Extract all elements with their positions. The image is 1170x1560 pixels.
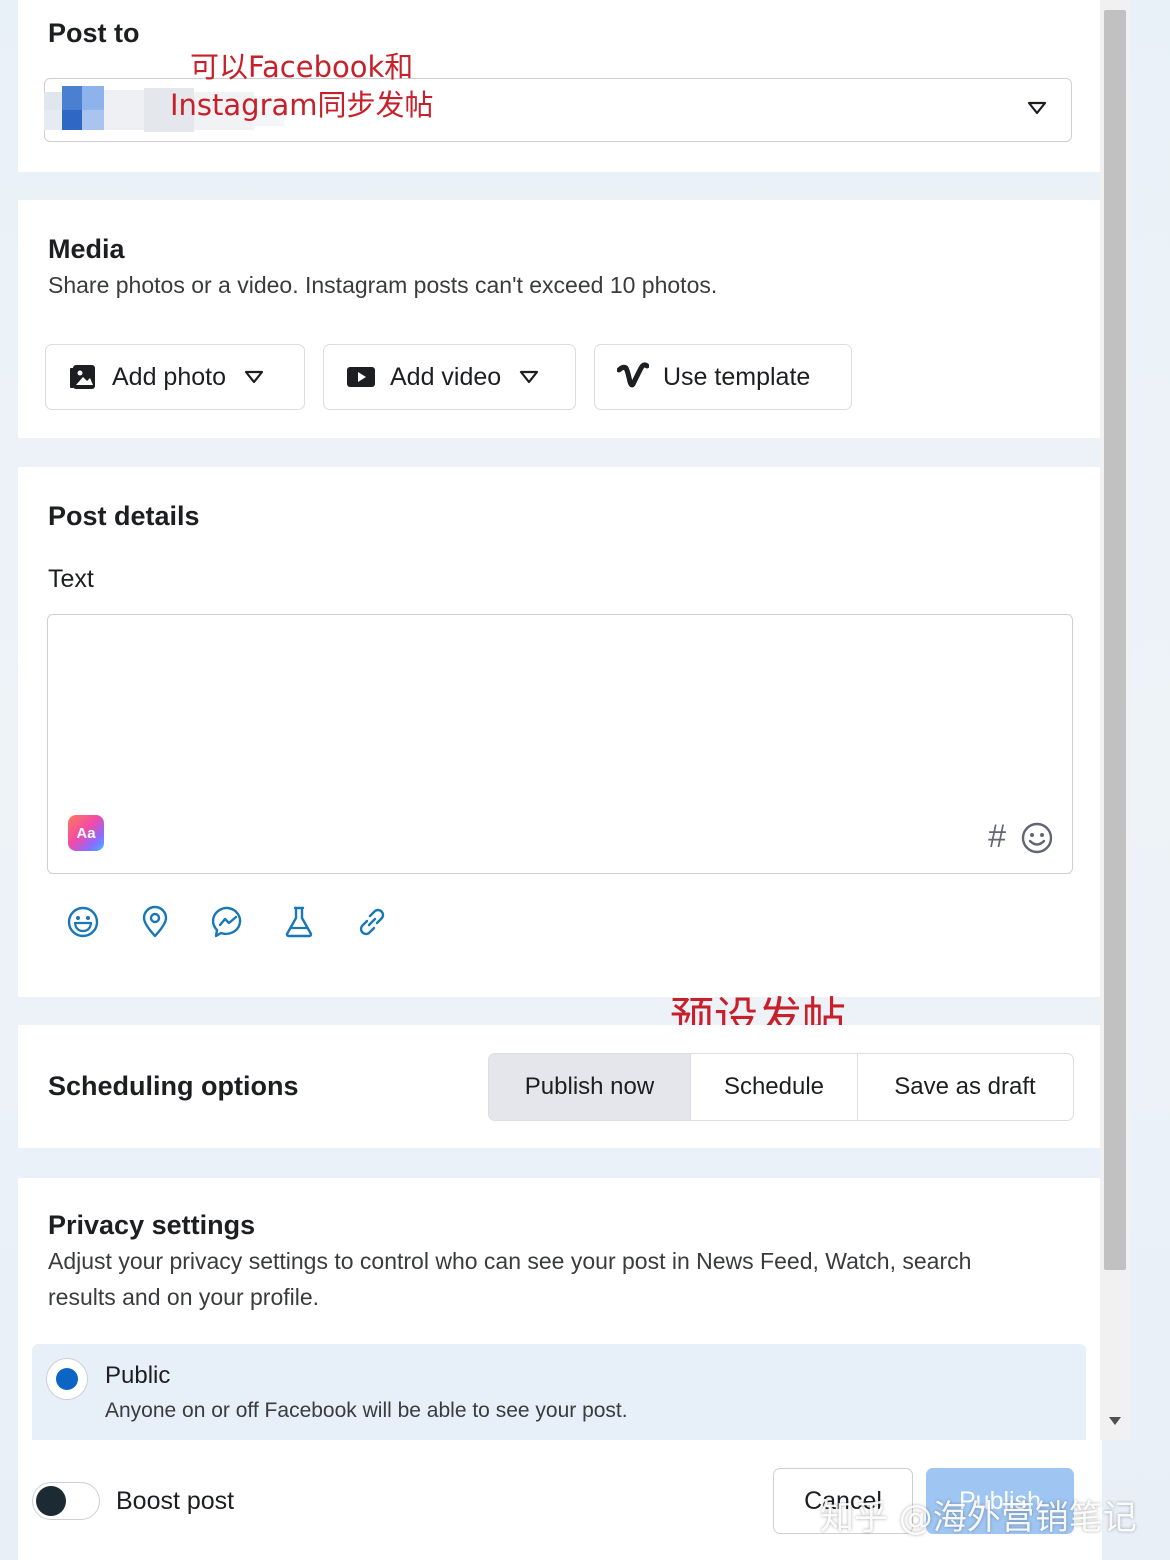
hashtag-icon[interactable]: # bbox=[988, 818, 1006, 855]
watermark: 知乎 @海外营销笔记 bbox=[820, 1498, 1137, 1538]
save-as-draft-option[interactable]: Save as draft bbox=[858, 1054, 1072, 1120]
chevron-down-icon bbox=[244, 370, 264, 384]
public-description: Anyone on or off Facebook will be able t… bbox=[105, 1399, 628, 1422]
vimeo-icon bbox=[617, 362, 649, 392]
add-photo-label: Add photo bbox=[112, 362, 226, 391]
scheduling-options-toggle: Publish now Schedule Save as draft bbox=[488, 1053, 1074, 1121]
public-option[interactable]: Public Anyone on or off Facebook will be… bbox=[32, 1344, 1086, 1440]
feeling-icon[interactable] bbox=[66, 905, 100, 939]
text-format-icon[interactable]: Aa bbox=[68, 815, 104, 851]
emoji-icon[interactable] bbox=[1020, 821, 1054, 855]
radio-selected-dot bbox=[56, 1368, 78, 1390]
scheduling-title: Scheduling options bbox=[48, 1071, 299, 1101]
post-to-section: Post to 可以Facebook和 Instagram同步发帖 bbox=[18, 0, 1100, 172]
flask-icon[interactable] bbox=[284, 905, 314, 939]
messenger-icon[interactable] bbox=[211, 905, 245, 939]
text-label: Text bbox=[48, 565, 94, 593]
privacy-description: Adjust your privacy settings to control … bbox=[48, 1248, 972, 1274]
scroll-down-arrow-icon[interactable] bbox=[1108, 1416, 1122, 1426]
video-icon bbox=[346, 362, 376, 392]
public-label: Public bbox=[105, 1362, 171, 1389]
public-radio[interactable] bbox=[46, 1358, 88, 1400]
link-icon[interactable] bbox=[355, 905, 389, 939]
annotation-sync-post-line2: Instagram同步发帖 bbox=[170, 88, 434, 122]
post-details-section: Post details Text Aa # bbox=[18, 467, 1100, 997]
media-description: Share photos or a video. Instagram posts… bbox=[48, 272, 718, 298]
post-details-title: Post details bbox=[48, 501, 200, 531]
annotation-sync-post: 可以Facebook和 bbox=[190, 50, 414, 84]
location-pin-icon[interactable] bbox=[140, 905, 170, 939]
media-title: Media bbox=[48, 234, 125, 264]
photo-icon bbox=[68, 362, 98, 392]
publish-now-option[interactable]: Publish now bbox=[489, 1054, 691, 1120]
chevron-down-icon bbox=[1027, 101, 1047, 115]
media-section: Media Share photos or a video. Instagram… bbox=[18, 200, 1100, 438]
scheduling-section: Scheduling options Publish now Schedule … bbox=[18, 1025, 1100, 1148]
post-to-title: Post to bbox=[48, 18, 140, 48]
privacy-title: Privacy settings bbox=[48, 1210, 256, 1240]
scrollbar-thumb[interactable] bbox=[1104, 10, 1126, 1270]
use-template-button[interactable]: Use template bbox=[594, 344, 852, 410]
boost-post-toggle[interactable] bbox=[32, 1482, 100, 1520]
add-video-label: Add video bbox=[390, 362, 502, 391]
privacy-section: Privacy settings Adjust your privacy set… bbox=[18, 1178, 1100, 1440]
toggle-knob bbox=[36, 1486, 66, 1516]
add-photo-button[interactable]: Add photo bbox=[45, 344, 305, 410]
privacy-description-line2: results and on your profile. bbox=[48, 1284, 320, 1310]
post-text-input[interactable]: Aa # bbox=[47, 614, 1073, 874]
schedule-option[interactable]: Schedule bbox=[691, 1054, 858, 1120]
chevron-down-icon bbox=[519, 370, 539, 384]
add-video-button[interactable]: Add video bbox=[323, 344, 576, 410]
boost-post-label: Boost post bbox=[116, 1487, 235, 1515]
use-template-label: Use template bbox=[663, 362, 811, 391]
scrollbar[interactable] bbox=[1100, 0, 1130, 1440]
